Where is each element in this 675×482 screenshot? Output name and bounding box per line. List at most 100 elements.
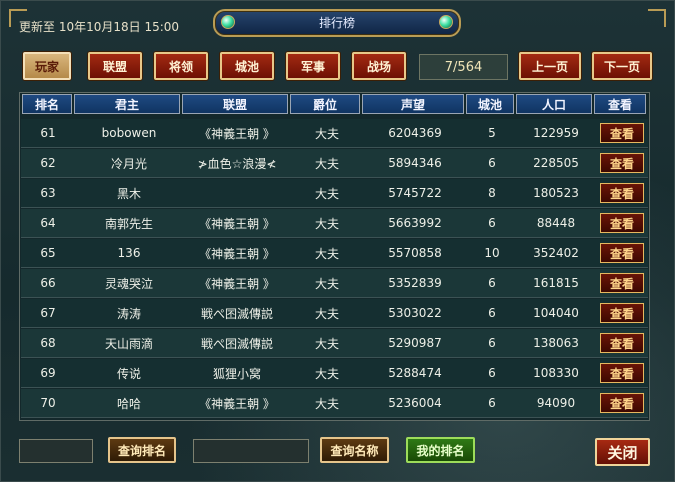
table-row: 70 哈哈 《神義王朝 》 大夫 5236004 6 94090 查看: [21, 389, 648, 418]
cell-title: 大夫: [314, 366, 339, 381]
cell-population: 180523: [533, 186, 579, 200]
cell-cities: 8: [488, 186, 496, 200]
cell-prestige: 5236004: [388, 396, 442, 410]
ranking-window: 更新至 10年10月18日 15:00 排行榜 玩家 联盟 将领 城池 军事 战…: [0, 0, 675, 482]
cell-cities: 6: [488, 396, 496, 410]
cell-cities: 6: [488, 366, 496, 380]
view-button[interactable]: 查看: [600, 303, 644, 323]
next-page-button[interactable]: 下一页: [592, 52, 652, 80]
cell-cities: 6: [488, 156, 496, 170]
col-header-title: 爵位: [290, 94, 360, 114]
view-button[interactable]: 查看: [600, 363, 644, 383]
table-row: 62 冷月光 ≯血色☆浪漫≮ 大夫 5894346 6 228505 查看: [21, 149, 648, 178]
col-header-view: 查看: [594, 94, 646, 114]
ranking-table: 排名 君主 联盟 爵位 声望 城池 人口 查看 61 bobowen 《神義王朝…: [19, 92, 650, 421]
cell-title: 大夫: [314, 156, 339, 171]
cell-prestige: 5745722: [388, 186, 442, 200]
view-button[interactable]: 查看: [600, 273, 644, 293]
col-header-rank: 排名: [22, 94, 72, 114]
cell-lord: 哈哈: [116, 396, 141, 411]
cell-cities: 5: [488, 126, 496, 140]
cell-title: 大夫: [314, 306, 339, 321]
cell-alliance: [183, 179, 291, 207]
query-name-button[interactable]: 查询名称: [320, 437, 389, 463]
gem-icon-right: [439, 15, 453, 29]
cell-lord: 涛涛: [116, 306, 141, 321]
table-row: 61 bobowen 《神義王朝 》 大夫 6204369 5 122959 查…: [21, 119, 648, 148]
update-time-label: 更新至 10年10月18日 15:00: [19, 20, 180, 34]
window-title: 排行榜: [318, 16, 355, 30]
cell-rank: 68: [40, 336, 56, 350]
view-button[interactable]: 查看: [600, 393, 644, 413]
col-header-cities: 城池: [466, 94, 514, 114]
tab-military[interactable]: 军事: [286, 52, 340, 80]
table-row: 67 涛涛 戦ぺ囨滅傳説 大夫 5303022 6 104040 查看: [21, 299, 648, 328]
cell-rank: 67: [40, 306, 56, 320]
cell-prestige: 5352839: [388, 276, 442, 290]
cell-population: 161815: [533, 276, 579, 290]
cell-title: 大夫: [314, 216, 339, 231]
cell-lord: 天山雨滴: [104, 336, 153, 351]
prev-page-button[interactable]: 上一页: [519, 52, 581, 80]
tab-alliances[interactable]: 联盟: [88, 52, 142, 80]
view-button[interactable]: 查看: [600, 153, 644, 173]
name-search-input[interactable]: [193, 439, 309, 463]
cell-title: 大夫: [314, 276, 339, 291]
cell-alliance: 《神義王朝 》: [199, 246, 275, 261]
cell-prestige: 5288474: [388, 366, 442, 380]
my-rank-button[interactable]: 我的排名: [406, 437, 475, 463]
cell-alliance: 《神義王朝 》: [199, 216, 275, 231]
cell-cities: 6: [488, 276, 496, 290]
cell-population: 104040: [533, 306, 579, 320]
cell-population: 122959: [533, 126, 579, 140]
tab-cities[interactable]: 城池: [220, 52, 274, 80]
view-button[interactable]: 查看: [600, 123, 644, 143]
col-header-prestige: 声望: [362, 94, 464, 114]
cell-rank: 64: [40, 216, 56, 230]
cell-prestige: 5303022: [388, 306, 442, 320]
cell-lord: 冷月光: [110, 156, 147, 171]
table-row: 64 南郭先生 《神義王朝 》 大夫 5663992 6 88448 查看: [21, 209, 648, 238]
cell-cities: 6: [488, 216, 496, 230]
cell-title: 大夫: [314, 336, 339, 351]
cell-rank: 62: [40, 156, 56, 170]
view-button[interactable]: 查看: [600, 243, 644, 263]
page-indicator: 7/564: [419, 54, 508, 80]
rank-search-input[interactable]: [19, 439, 93, 463]
cell-rank: 66: [40, 276, 56, 290]
cell-prestige: 5570858: [388, 246, 442, 260]
title-bar: 排行榜: [213, 9, 461, 37]
cell-alliance: 戦ぺ囨滅傳説: [200, 306, 273, 321]
cell-population: 88448: [536, 216, 576, 230]
tab-generals[interactable]: 将领: [154, 52, 208, 80]
cell-prestige: 5290987: [388, 336, 442, 350]
col-header-population: 人口: [516, 94, 592, 114]
cell-prestige: 5663992: [388, 216, 442, 230]
cell-alliance: ≯血色☆浪漫≮: [197, 156, 277, 171]
cell-lord: 灵魂哭泣: [104, 276, 153, 291]
corner-ornament-right: [648, 9, 666, 27]
cell-alliance: 戦ぺ囨滅傳説: [200, 336, 273, 351]
view-button[interactable]: 查看: [600, 183, 644, 203]
cell-title: 大夫: [314, 126, 339, 141]
view-button[interactable]: 查看: [600, 333, 644, 353]
cell-lord: 南郭先生: [104, 216, 153, 231]
tab-players[interactable]: 玩家: [23, 52, 71, 80]
tab-battlefield[interactable]: 战场: [352, 52, 406, 80]
cell-alliance: 狐狸小窝: [212, 366, 261, 381]
query-rank-button[interactable]: 查询排名: [108, 437, 176, 463]
cell-lord: 传说: [116, 366, 141, 381]
cell-rank: 65: [40, 246, 56, 260]
cell-title: 大夫: [314, 186, 339, 201]
cell-title: 大夫: [314, 246, 339, 261]
view-button[interactable]: 查看: [600, 213, 644, 233]
cell-rank: 69: [40, 366, 56, 380]
cell-cities: 6: [488, 306, 496, 320]
cell-population: 108330: [533, 366, 579, 380]
close-button[interactable]: 关闭: [595, 438, 650, 466]
cell-title: 大夫: [314, 396, 339, 411]
cell-prestige: 6204369: [388, 126, 442, 140]
cell-alliance: 《神義王朝 》: [199, 396, 275, 411]
cell-cities: 10: [484, 246, 500, 260]
cell-rank: 61: [40, 126, 56, 140]
